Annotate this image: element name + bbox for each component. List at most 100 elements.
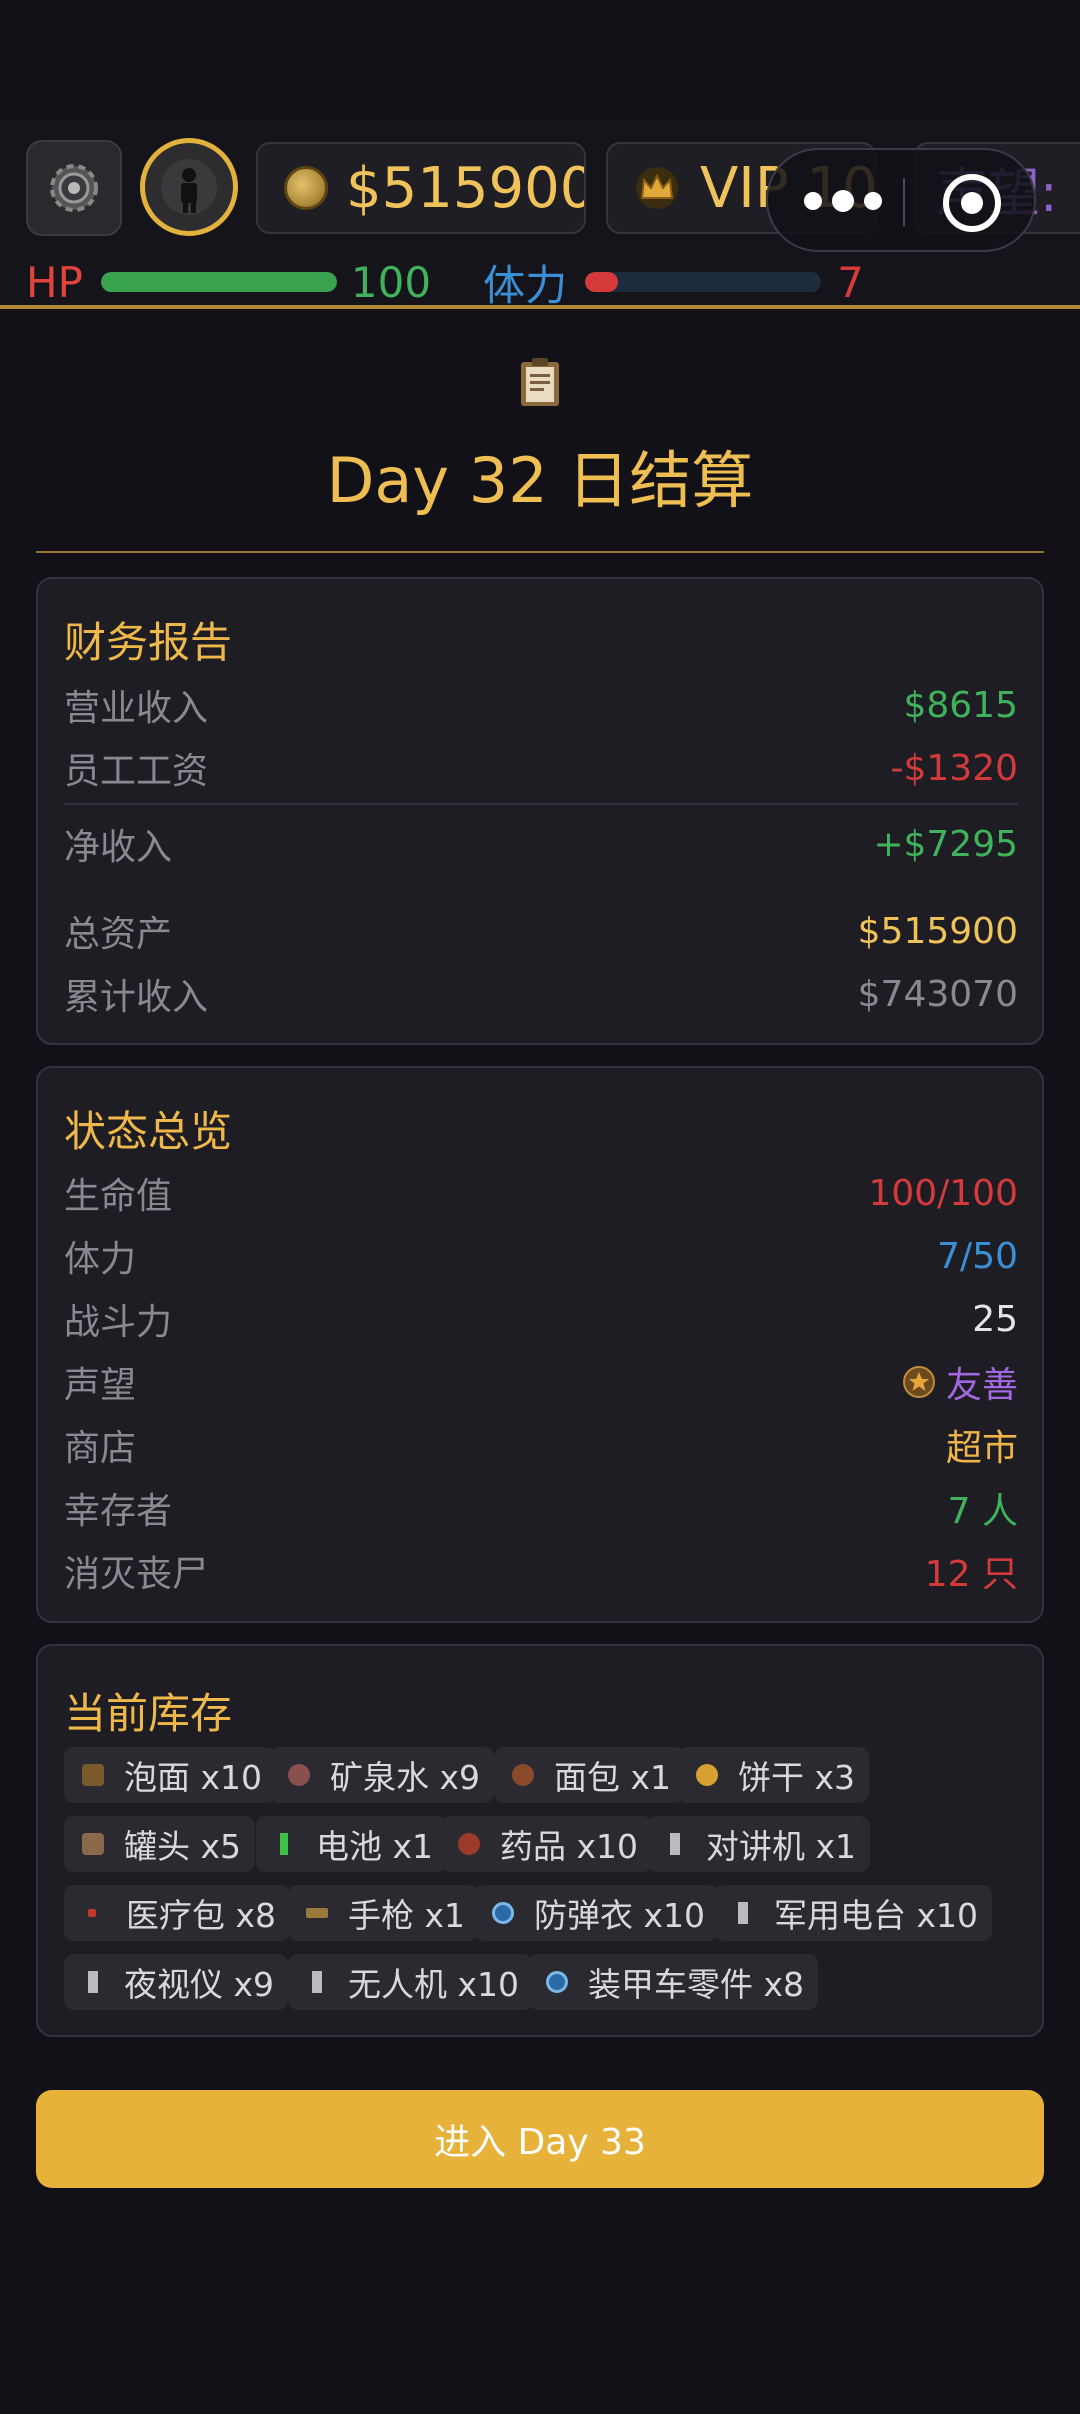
noodle-icon	[82, 1764, 104, 1786]
inventory-item-label: 手枪 x1	[348, 1896, 466, 1935]
status-hp-label: 生命值	[64, 1176, 173, 1217]
inventory-item-label: 军用电台 x10	[774, 1896, 979, 1935]
canned-food-icon	[82, 1833, 104, 1855]
inventory-item: 药品 x10	[440, 1816, 653, 1872]
hp-value: 100	[350, 257, 432, 307]
star-medal-icon	[902, 1366, 935, 1398]
inventory-item: 饼干 x3	[678, 1747, 870, 1803]
revenue-label: 营业收入	[64, 688, 209, 729]
status-stamina-value: 7/50	[937, 1235, 1018, 1277]
status-zombies-value: 12 只	[924, 1554, 1018, 1595]
inventory-item: 装甲车零件 x8	[528, 1954, 819, 2010]
revenue-row: 营业收入 $8615	[64, 677, 1018, 733]
armored-vehicle-part-icon	[546, 1971, 568, 1993]
net-income-row: 净收入 +$7295	[64, 816, 1018, 872]
medicine-icon	[458, 1833, 480, 1855]
inventory-item-label: 无人机 x10	[348, 1965, 520, 2004]
status-combat-row: 战斗力 25	[64, 1291, 1018, 1347]
more-dots-icon[interactable]	[804, 190, 882, 212]
mini-program-capsule	[766, 148, 1036, 252]
money-display: $515900	[256, 142, 586, 234]
status-survivors-value: 7 人	[947, 1491, 1018, 1532]
clipboard-icon	[521, 358, 559, 406]
biscuit-icon	[696, 1764, 718, 1786]
inventory-item-label: 药品 x10	[500, 1827, 639, 1866]
inventory-item-label: 面包 x1	[554, 1758, 672, 1797]
hp-bar-fill	[100, 272, 337, 292]
stamina-bar	[585, 272, 822, 292]
settings-button[interactable]	[26, 140, 122, 236]
total-assets-value: $515900	[857, 910, 1018, 952]
gear-icon	[50, 164, 98, 212]
status-shop-row: 商店 超市	[64, 1417, 1018, 1473]
inventory-item: 电池 x1	[256, 1816, 448, 1872]
inventory-item-label: 夜视仪 x9	[124, 1965, 275, 2004]
status-shop-value: 超市	[945, 1428, 1018, 1469]
water-bottle-icon	[288, 1764, 310, 1786]
stamina-bar-fill	[585, 272, 619, 292]
inventory-item: 手枪 x1	[288, 1885, 480, 1941]
status-zombies-row: 消灭丧尸 12 只	[64, 1543, 1018, 1599]
inventory-item-label: 泡面 x10	[124, 1758, 263, 1797]
body-armor-icon	[492, 1902, 514, 1924]
next-day-button[interactable]: 进入 Day 33	[36, 2090, 1044, 2188]
net-income-label: 净收入	[64, 827, 173, 868]
cumulative-income-label: 累计收入	[64, 977, 209, 1018]
cumulative-income-row: 累计收入 $743070	[64, 966, 1018, 1022]
inventory-item-label: 矿泉水 x9	[330, 1758, 481, 1797]
soldier-avatar-icon	[161, 159, 217, 215]
walkie-talkie-icon	[670, 1833, 680, 1855]
wages-label: 员工工资	[64, 751, 209, 792]
status-zombies-label: 消灭丧尸	[64, 1554, 209, 1595]
hp-bar	[100, 272, 337, 292]
night-vision-icon	[88, 1971, 98, 1993]
inventory-item-label: 对讲机 x1	[706, 1827, 857, 1866]
medkit-icon	[88, 1909, 96, 1917]
status-combat-label: 战斗力	[64, 1302, 173, 1343]
pistol-icon	[306, 1908, 328, 1918]
inventory-item: 泡面 x10	[64, 1747, 277, 1803]
status-stamina-label: 体力	[64, 1239, 137, 1280]
target-close-icon[interactable]	[943, 174, 1001, 232]
finance-divider	[64, 803, 1018, 805]
inventory-item: 矿泉水 x9	[270, 1747, 495, 1803]
cumulative-income-value: $743070	[857, 973, 1018, 1015]
battery-icon	[280, 1833, 288, 1855]
stamina-label: 体力	[483, 260, 568, 310]
page-title: Day 32 日结算	[326, 444, 754, 517]
status-shop-label: 商店	[64, 1428, 137, 1469]
crown-icon	[636, 167, 678, 209]
wages-row: 员工工资 -$1320	[64, 740, 1018, 796]
title-divider	[36, 551, 1044, 553]
status-reputation-wrap: 友善	[902, 1356, 1018, 1408]
wages-value: -$1320	[890, 747, 1018, 789]
status-reputation-label: 声望	[64, 1365, 137, 1406]
inventory-item: 夜视仪 x9	[64, 1954, 289, 2010]
inventory-heading: 当前库存	[64, 1689, 233, 1738]
total-assets-row: 总资产 $515900	[64, 903, 1018, 959]
inventory-item: 对讲机 x1	[646, 1816, 871, 1872]
military-radio-icon	[738, 1902, 748, 1924]
status-hp-value: 100/100	[868, 1172, 1018, 1214]
avatar[interactable]	[140, 138, 238, 236]
inventory-item: 防弹衣 x10	[474, 1885, 720, 1941]
drone-icon	[312, 1971, 322, 1993]
hp-label: HP	[26, 257, 83, 307]
status-hp-row: 生命值 100/100	[64, 1165, 1018, 1221]
inventory-item-label: 医疗包 x8	[126, 1896, 277, 1935]
status-survivors-row: 幸存者 7 人	[64, 1480, 1018, 1536]
inventory-item-label: 电池 x1	[316, 1827, 434, 1866]
inventory-item: 医疗包 x8	[64, 1885, 291, 1941]
coin-icon	[284, 166, 328, 210]
total-assets-label: 总资产	[64, 914, 173, 955]
inventory-item-label: 防弹衣 x10	[534, 1896, 706, 1935]
bread-icon	[512, 1764, 534, 1786]
status-combat-value: 25	[972, 1298, 1018, 1340]
inventory-item-label: 装甲车零件 x8	[588, 1965, 805, 2004]
status-reputation-value: 友善	[945, 1365, 1018, 1406]
inventory-item: 罐头 x5	[64, 1816, 256, 1872]
revenue-value: $8615	[903, 684, 1018, 726]
status-survivors-label: 幸存者	[64, 1491, 173, 1532]
net-income-value: +$7295	[873, 823, 1018, 865]
inventory-item: 无人机 x10	[288, 1954, 534, 2010]
